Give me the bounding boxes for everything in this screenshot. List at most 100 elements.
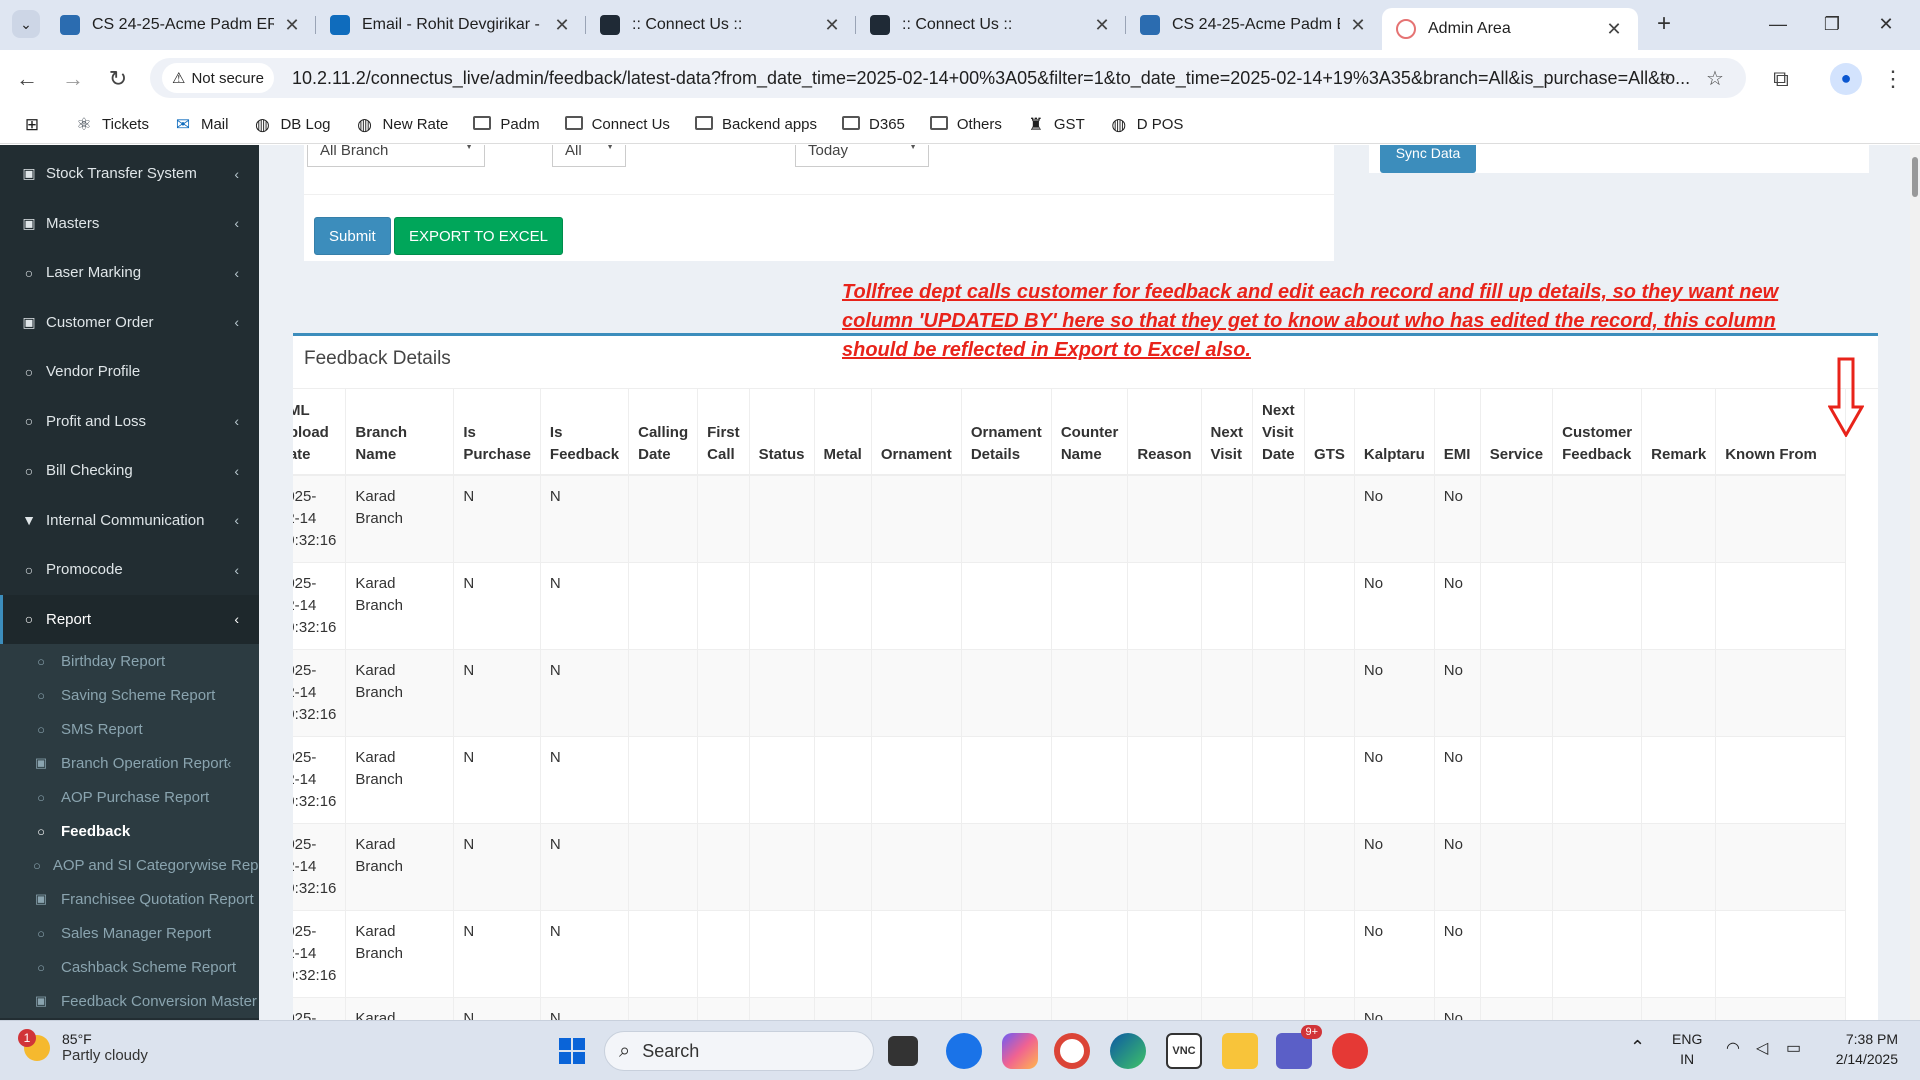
zoom-icon[interactable]: ⌕ (1660, 66, 1671, 89)
close-icon[interactable]: ✕ (822, 15, 842, 36)
window-close-icon[interactable]: ✕ (1866, 10, 1906, 38)
bookmark-backend-apps[interactable]: Backend apps (694, 115, 817, 135)
sidebar-subitem-sms-report[interactable]: ○ SMS Report (0, 712, 259, 746)
tab-search-icon[interactable]: ⌄ (12, 10, 40, 38)
table-row[interactable]: 2025-02-14 19:32:16Karad BranchNNNoNo (293, 562, 1847, 650)
table-row[interactable]: 2025-Karad BranchNNNoNo (293, 997, 1847, 1020)
edge-icon[interactable] (1110, 1033, 1146, 1069)
weather-widget[interactable]: 1 85°F Partly cloudy (18, 1028, 148, 1064)
page-scrollbar[interactable] (1910, 145, 1920, 1020)
sidebar-subitem-saving-scheme-report[interactable]: ○ Saving Scheme Report (0, 678, 259, 712)
table-cell (1201, 910, 1254, 998)
copilot-icon[interactable] (1002, 1033, 1038, 1069)
language-indicator[interactable]: ENG IN (1672, 1029, 1702, 1069)
sidebar-item-stock-transfer[interactable]: ▣ Stock Transfer System ‹ (0, 149, 259, 199)
file-explorer-icon[interactable] (1222, 1033, 1258, 1069)
tab-email[interactable]: Email - Rohit Devgirikar - C ✕ (316, 8, 586, 42)
task-view-icon[interactable] (888, 1036, 918, 1066)
table-row[interactable]: 2025-02-14 19:32:16Karad BranchNNNoNo (293, 649, 1847, 737)
table-cell (1201, 562, 1254, 650)
sidebar-subitem-cashback-scheme-report[interactable]: ○ Cashback Scheme Report (0, 950, 259, 984)
branch-select[interactable]: All Branch ▼ (307, 145, 485, 167)
bookmark-tickets[interactable]: ⚛ Tickets (74, 115, 149, 135)
scrollbar-thumb[interactable] (1912, 157, 1918, 197)
sidebar-item-masters[interactable]: ▣ Masters ‹ (0, 199, 259, 249)
bookmark-d365[interactable]: D365 (841, 115, 905, 135)
table-row[interactable]: 2025-02-14 19:32:16Karad BranchNNNoNo (293, 910, 1847, 998)
bookmark-star-icon[interactable]: ☆ (1706, 66, 1724, 91)
battery-icon[interactable]: ▭ (1786, 1039, 1801, 1059)
sidebar-item-promocode[interactable]: ○ Promocode ‹ (0, 545, 259, 595)
tab-connect-us-1[interactable]: :: Connect Us :: ✕ (586, 8, 856, 42)
table-row[interactable]: 2025-02-14 19:32:16Karad BranchNNNoNo (293, 823, 1847, 911)
sidebar-item-bill-checking[interactable]: ○ Bill Checking ‹ (0, 446, 259, 496)
close-icon[interactable]: ✕ (552, 15, 572, 36)
sidebar-subitem-birthday-report[interactable]: ○ Birthday Report (0, 644, 259, 678)
react-favicon-icon (600, 15, 620, 35)
new-tab-icon[interactable]: + (1650, 10, 1678, 38)
close-icon[interactable]: ✕ (1604, 19, 1624, 40)
not-secure-chip[interactable]: ⚠ Not secure (162, 63, 274, 93)
date-range-select[interactable]: Today ▼ (795, 145, 929, 167)
extensions-icon[interactable]: ⧉ (1766, 64, 1796, 94)
omnibox[interactable]: ⚠ Not secure 10.2.11.2/connectus_live/ad… (150, 58, 1746, 98)
chevron-up-icon[interactable]: ⌃ (1630, 1037, 1645, 1057)
forward-icon[interactable]: → (58, 64, 88, 94)
close-icon[interactable]: ✕ (1348, 15, 1368, 36)
table-row[interactable]: 2025-02-14 19:32:16Karad BranchNNNoNo (293, 736, 1847, 824)
sidebar-subitem-aop-purchase-report[interactable]: ○ AOP Purchase Report (0, 780, 259, 814)
export-to-excel-button[interactable]: EXPORT TO EXCEL (394, 217, 563, 255)
bookmark-padm[interactable]: Padm (472, 115, 540, 135)
restore-icon[interactable]: ❐ (1812, 10, 1852, 38)
bookmark-connect-us[interactable]: Connect Us (564, 115, 670, 135)
tab-cs-erp-2[interactable]: CS 24-25-Acme Padm ERP ✕ (1126, 8, 1382, 42)
table-scroll-area[interactable]: XML Upload DateBranch NameIs PurchaseIs … (293, 388, 1878, 1020)
close-icon[interactable]: ✕ (1092, 15, 1112, 36)
back-icon[interactable]: ← (12, 64, 42, 94)
wifi-icon[interactable]: ◠ (1726, 1039, 1740, 1059)
sidebar-subitem-feedback[interactable]: ○ Feedback (0, 814, 259, 848)
clock[interactable]: 7:38 PM 2/14/2025 (1826, 1029, 1898, 1069)
sync-data-button[interactable]: Sync Data (1380, 145, 1476, 173)
sidebar-item-profit-and-loss[interactable]: ○ Profit and Loss ‹ (0, 397, 259, 447)
teams-icon[interactable]: 9+ (1276, 1025, 1322, 1069)
volume-icon[interactable]: ◁ (1756, 1039, 1768, 1059)
url-text[interactable]: 10.2.11.2/connectus_live/admin/feedback/… (292, 68, 1692, 89)
sidebar-subitem-sales-manager-report[interactable]: ○ Sales Manager Report (0, 916, 259, 950)
chrome-icon[interactable] (1054, 1033, 1090, 1069)
sidebar-item-report[interactable]: ○ Report ‹ (0, 594, 259, 644)
taskbar-search[interactable]: ⌕ Search (604, 1031, 874, 1071)
table-row[interactable]: 2025-02-14 19:32:16Karad BranchNNNoNo (293, 474, 1847, 563)
sidebar-item-laser-marking[interactable]: ○ Laser Marking ‹ (0, 248, 259, 298)
bookmark-db-log[interactable]: ◍ DB Log (252, 115, 330, 135)
sidebar-item-customer-order[interactable]: ▣ Customer Order ‹ (0, 298, 259, 348)
submit-button[interactable]: Submit (314, 217, 391, 255)
sidebar-item-vendor-profile[interactable]: ○ Vendor Profile (0, 347, 259, 397)
wps-office-icon[interactable] (1332, 1033, 1368, 1069)
phone-app-icon[interactable] (946, 1033, 982, 1069)
bookmark-mail[interactable]: ✉ Mail (173, 115, 229, 135)
tab-cs-erp-1[interactable]: CS 24-25-Acme Padm ERP ✕ (46, 8, 316, 42)
tab-admin-area[interactable]: Admin Area ✕ (1382, 8, 1638, 50)
sidebar-subitem-feedback-conversion-master[interactable]: ▣ Feedback Conversion Master (0, 984, 259, 1018)
bookmark-gst[interactable]: ♜ GST (1026, 115, 1084, 135)
sidebar-subitem-aop-si-categorywise[interactable]: ○ AOP and SI Categorywise Report (0, 848, 259, 882)
sidebar-subitem-franchisee-quotation[interactable]: ▣ Franchisee Quotation Report (0, 882, 259, 916)
is-purchase-select[interactable]: All ▼ (552, 145, 626, 167)
bookmark-new-rate[interactable]: ◍ New Rate (355, 115, 448, 135)
bookmark-others[interactable]: Others (929, 115, 1002, 135)
tab-connect-us-2[interactable]: :: Connect Us :: ✕ (856, 8, 1126, 42)
close-icon[interactable]: ✕ (282, 15, 302, 36)
bookmark-d-pos[interactable]: ◍ D POS (1109, 115, 1183, 135)
minimize-icon[interactable]: — (1758, 10, 1798, 38)
sidebar-subitem-branch-operation-report[interactable]: ▣ Branch Operation Report ‹ (0, 746, 259, 780)
reload-icon[interactable]: ↻ (103, 64, 133, 94)
apps-grid-icon[interactable]: ⊞ (22, 115, 50, 135)
windows-start-icon[interactable] (554, 1033, 590, 1069)
kebab-menu-icon[interactable]: ⋮ (1878, 64, 1908, 94)
sidebar-item-internal-communication[interactable]: ▼ Internal Communication ‹ (0, 496, 259, 546)
erp-favicon-icon (60, 15, 80, 35)
column-header: Service (1480, 389, 1554, 476)
vnc-icon[interactable]: VNC (1166, 1033, 1202, 1069)
profile-avatar-icon[interactable]: ● (1830, 63, 1862, 95)
